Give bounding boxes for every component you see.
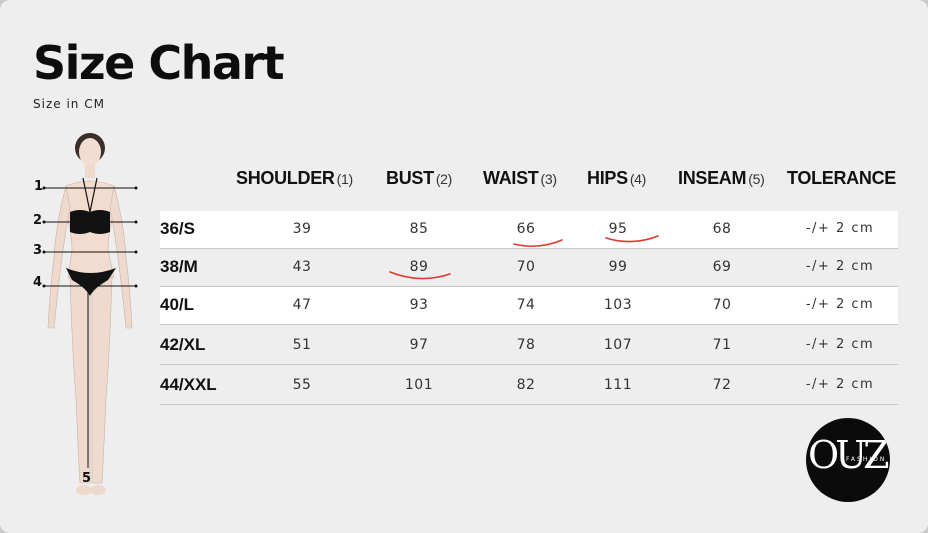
- shoulder-value: 39: [292, 221, 312, 237]
- inseam-value: 69: [712, 259, 732, 275]
- size-label: 42/XL: [160, 335, 206, 354]
- waist-value: 74: [516, 297, 536, 313]
- measure-label-4: 4: [33, 275, 43, 290]
- annotation-underline-waist: [513, 239, 563, 248]
- bust-value: 85: [409, 221, 429, 237]
- hips-value: 111: [603, 377, 633, 393]
- column-header-shoulder: SHOULDER (1): [236, 168, 353, 188]
- size-label: 44/XXL: [160, 375, 217, 394]
- page-title: Size Chart: [33, 36, 285, 90]
- inseam-value: 68: [712, 221, 732, 237]
- annotation-underline-bust: [389, 271, 451, 280]
- measure-label-3: 3: [33, 243, 43, 258]
- tolerance-value: -/+ 2 cm: [805, 259, 875, 274]
- bust-value: 101: [404, 377, 434, 393]
- table-row: 38/M 43 89 70 99 69 -/+ 2 cm: [160, 249, 898, 287]
- waist-value: 66: [516, 221, 536, 237]
- annotation-underline-hips: [605, 235, 659, 243]
- row-divider: [160, 324, 898, 325]
- size-chart-card: Size Chart Size in CM 1 2 3 4 5 SHOULDER…: [0, 0, 928, 533]
- inseam-value: 70: [712, 297, 732, 313]
- shoulder-value: 43: [292, 259, 312, 275]
- waist-value: 78: [516, 337, 536, 353]
- tolerance-value: -/+ 2 cm: [805, 337, 875, 352]
- shoulder-value: 55: [292, 377, 312, 393]
- shoulder-value: 51: [292, 337, 312, 353]
- size-label: 38/M: [160, 257, 198, 276]
- table-row: 40/L 47 93 74 103 70 -/+ 2 cm: [160, 287, 898, 325]
- hips-value: 107: [603, 337, 633, 353]
- measure-label-5: 5: [82, 471, 92, 486]
- table-header: SHOULDER (1) BUST (2) WAIST (3) HIPS (4) INS…: [160, 168, 900, 198]
- body-figure-svg: [42, 133, 138, 495]
- tolerance-value: -/+ 2 cm: [805, 297, 875, 312]
- waist-value: 70: [516, 259, 536, 275]
- bust-value: 97: [409, 337, 429, 353]
- inseam-value: 72: [712, 377, 732, 393]
- inseam-value: 71: [712, 337, 732, 353]
- column-header-bust: BUST (2): [386, 168, 453, 188]
- bust-value: 93: [409, 297, 429, 313]
- shoulder-value: 47: [292, 297, 312, 313]
- body-figure-illustration: 1 2 3 4 5: [28, 128, 148, 503]
- column-header-hips: HIPS (4): [587, 168, 647, 188]
- table-row: 44/XXL 55 101 82 111 72 -/+ 2 cm: [160, 367, 898, 405]
- logo-text: OUZ: [808, 433, 890, 477]
- table-row: 42/XL 51 97 78 107 71 -/+ 2 cm: [160, 327, 898, 365]
- row-divider: [160, 364, 898, 365]
- column-header-waist: WAIST (3): [483, 168, 557, 188]
- column-header-tolerance: TOLERANCE: [787, 168, 896, 188]
- page-subtitle: Size in CM: [33, 97, 105, 111]
- tolerance-value: -/+ 2 cm: [805, 377, 875, 392]
- measure-label-2: 2: [33, 213, 43, 228]
- size-label: 40/L: [160, 295, 195, 314]
- measure-label-1: 1: [34, 179, 44, 194]
- size-label: 36/S: [160, 219, 195, 238]
- tolerance-value: -/+ 2 cm: [805, 221, 875, 236]
- logo-subtext: FASHION: [846, 456, 887, 463]
- waist-value: 82: [516, 377, 536, 393]
- hips-value: 103: [603, 297, 633, 313]
- hips-value: 99: [608, 259, 628, 275]
- brand-logo: OUZ FASHION: [806, 418, 890, 502]
- row-divider: [160, 404, 898, 405]
- column-header-inseam: INSEAM (5): [678, 168, 765, 188]
